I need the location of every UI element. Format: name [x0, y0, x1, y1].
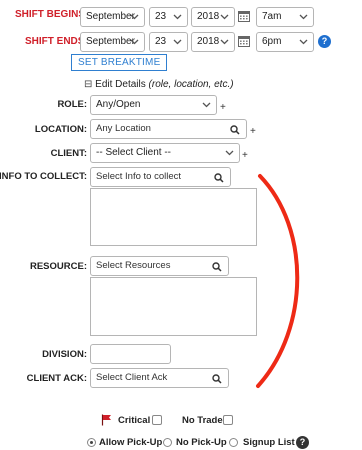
chevron-down-icon: [225, 144, 234, 156]
chevron-down-icon: [299, 8, 308, 20]
no-trade-checkbox[interactable]: [223, 415, 233, 425]
critical-checkbox[interactable]: [152, 415, 162, 425]
client-label: CLIENT:: [50, 148, 87, 159]
allow-pickup-radio[interactable]: [87, 438, 96, 447]
shift-begins-time-value: 7am: [262, 11, 282, 22]
add-role-button[interactable]: +: [220, 102, 226, 113]
flag-icon: [101, 414, 113, 429]
no-pickup-radio[interactable]: [163, 438, 172, 447]
info-to-collect-placeholder: Select Info to collect: [96, 171, 182, 182]
role-label: ROLE:: [57, 99, 87, 110]
search-icon[interactable]: [230, 124, 240, 138]
chevron-down-icon: [130, 8, 139, 20]
info-to-collect-list[interactable]: [90, 188, 257, 246]
resource-input[interactable]: Select Resources: [90, 256, 229, 276]
shift-begins-label: SHIFT BEGINS:: [15, 9, 89, 20]
client-ack-label: CLIENT ACK:: [26, 373, 87, 384]
division-label: DIVISION:: [42, 349, 87, 360]
shift-begins-day-select[interactable]: 23: [149, 7, 188, 27]
info-to-collect-input[interactable]: Select Info to collect: [90, 167, 231, 187]
chevron-down-icon: [220, 8, 229, 20]
shift-begins-year-select[interactable]: 2018: [191, 7, 235, 27]
critical-label: Critical: [118, 415, 151, 426]
calendar-icon[interactable]: [238, 35, 250, 50]
calendar-icon[interactable]: [238, 10, 250, 25]
chevron-down-icon: [130, 33, 139, 45]
shift-begins-year-value: 2018: [197, 11, 220, 22]
shift-ends-year-value: 2018: [197, 36, 220, 47]
shift-begins-month-value: September: [86, 11, 135, 22]
chevron-down-icon: [299, 33, 308, 45]
location-placeholder: Any Location: [96, 123, 151, 134]
annotation-arc: [256, 174, 300, 388]
info-to-collect-label: INFO TO COLLECT:: [0, 171, 87, 182]
chevron-down-icon: [202, 96, 211, 108]
allow-pickup-label[interactable]: Allow Pick-Up: [99, 437, 162, 448]
location-input[interactable]: Any Location: [90, 119, 247, 139]
add-location-button[interactable]: +: [250, 126, 256, 137]
edit-details-toggle[interactable]: ⊟ Edit Details (role, location, etc.): [84, 79, 234, 90]
chevron-down-icon: [173, 33, 182, 45]
no-trade-label: No Trade: [182, 415, 223, 426]
role-select[interactable]: Any/Open: [90, 95, 217, 115]
shift-ends-day-select[interactable]: 23: [149, 32, 188, 52]
client-ack-input[interactable]: Select Client Ack: [90, 368, 229, 388]
shift-begins-day-value: 23: [155, 11, 167, 22]
chevron-down-icon: [173, 8, 182, 20]
role-value: Any/Open: [96, 99, 141, 110]
help-icon[interactable]: ?: [296, 436, 309, 449]
resource-placeholder: Select Resources: [96, 260, 171, 271]
set-breaktime-button[interactable]: SET BREAKTIME: [71, 54, 168, 71]
edit-details-label: Edit Details: [95, 79, 146, 90]
add-client-button[interactable]: +: [242, 150, 248, 161]
edit-details-hint: (role, location, etc.): [148, 79, 234, 90]
shift-ends-time-select[interactable]: 6pm: [256, 32, 314, 52]
search-icon[interactable]: [212, 373, 222, 387]
location-label: LOCATION:: [34, 124, 87, 135]
shift-ends-day-value: 23: [155, 36, 167, 47]
shift-ends-year-select[interactable]: 2018: [191, 32, 235, 52]
signup-list-radio[interactable]: [229, 438, 238, 447]
client-select[interactable]: -- Select Client --: [90, 143, 240, 163]
shift-ends-time-value: 6pm: [262, 36, 282, 47]
client-value: -- Select Client --: [96, 147, 172, 158]
shift-ends-month-select[interactable]: September: [80, 32, 145, 52]
search-icon[interactable]: [214, 172, 224, 186]
shift-begins-month-select[interactable]: September: [80, 7, 145, 27]
resource-list[interactable]: [90, 277, 257, 336]
chevron-down-icon: [220, 33, 229, 45]
shift-begins-time-select[interactable]: 7am: [256, 7, 314, 27]
collapse-icon: ⊟: [84, 79, 93, 90]
no-pickup-label[interactable]: No Pick-Up: [176, 437, 227, 448]
client-ack-placeholder: Select Client Ack: [96, 372, 168, 383]
division-input[interactable]: [90, 344, 171, 364]
shift-ends-month-value: September: [86, 36, 135, 47]
shift-ends-label: SHIFT ENDS:: [25, 36, 88, 47]
signup-list-label[interactable]: Signup List: [243, 437, 295, 448]
resource-label: RESOURCE:: [29, 261, 87, 272]
search-icon[interactable]: [212, 261, 222, 275]
help-icon[interactable]: ?: [318, 35, 331, 48]
